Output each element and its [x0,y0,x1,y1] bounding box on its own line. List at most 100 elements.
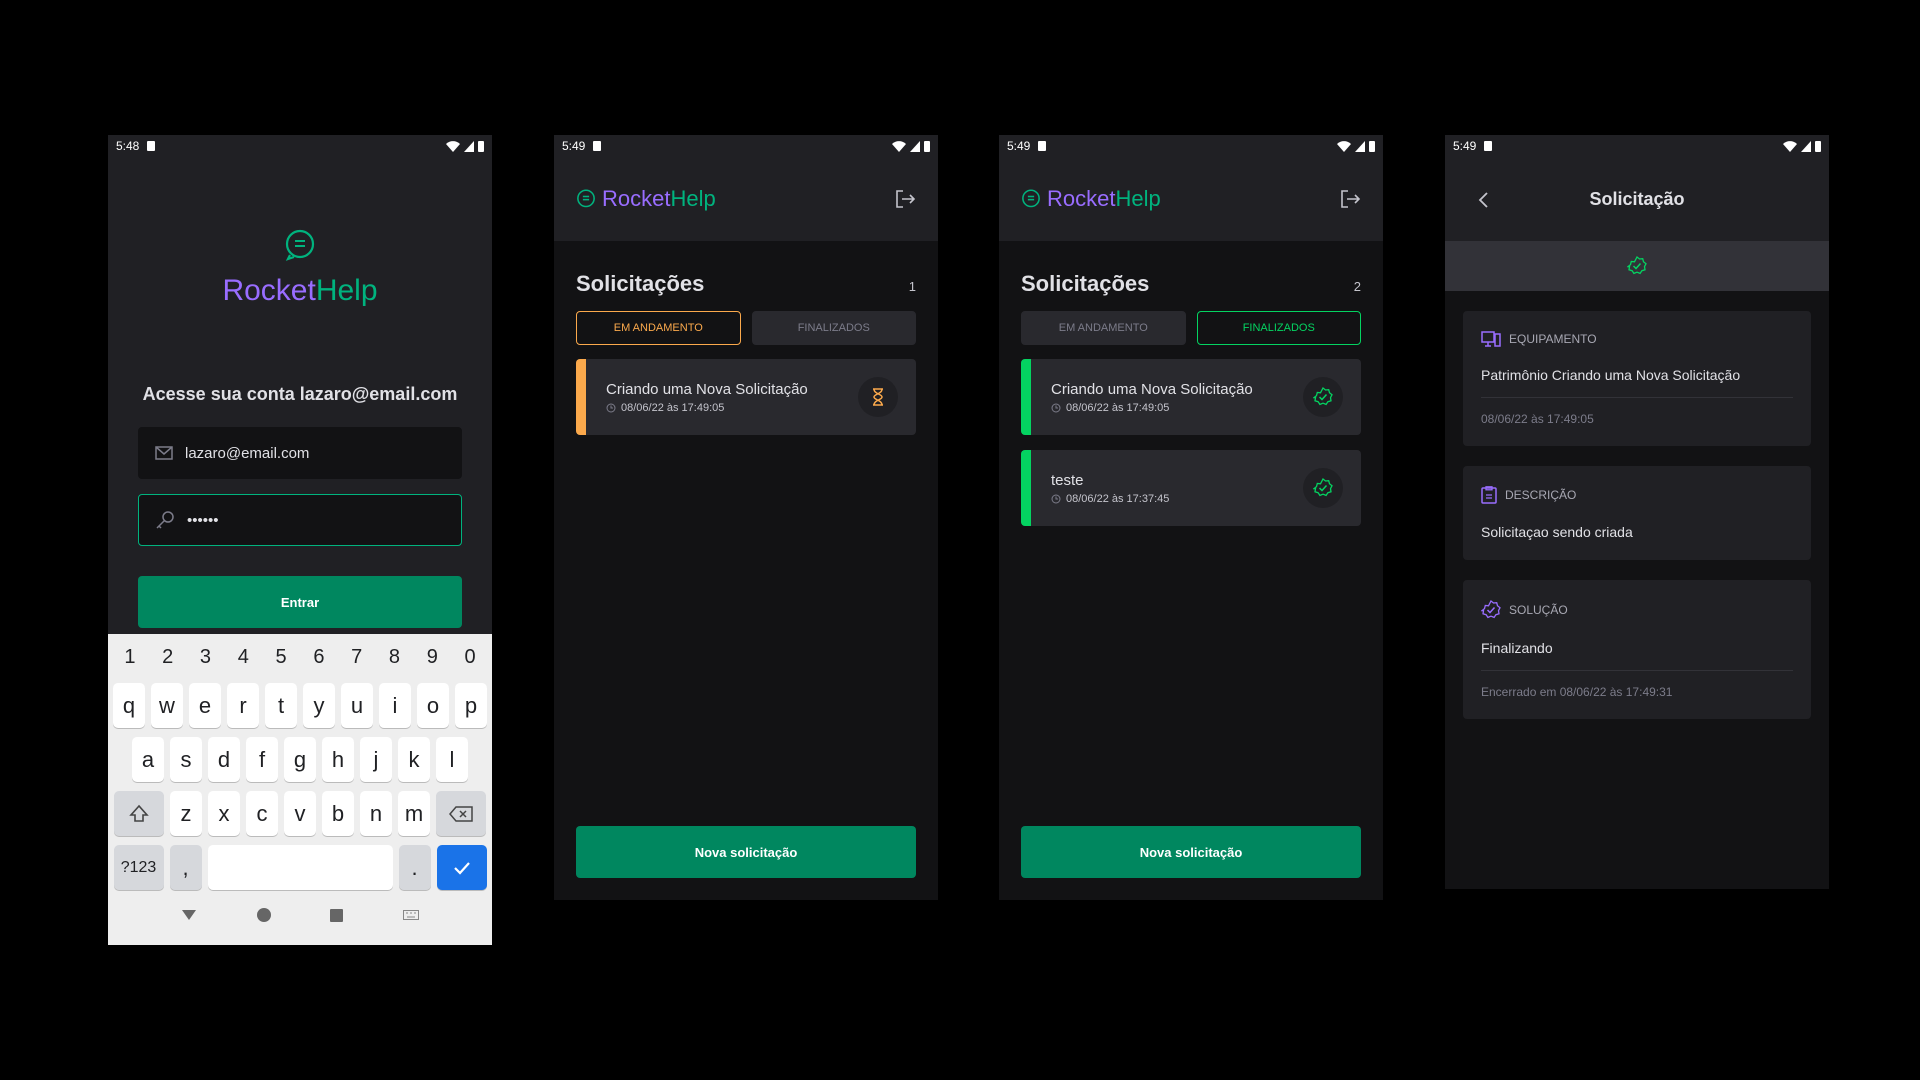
new-order-button[interactable]: Nova solicitação [576,826,916,878]
order-date-text: 08/06/22 às 17:37:45 [1066,492,1170,505]
recents-button[interactable] [330,908,344,922]
key[interactable]: 6 [313,646,324,669]
key[interactable]: 8 [389,646,400,669]
key[interactable]: x [208,791,240,836]
hide-keyboard-icon[interactable] [181,909,197,921]
wifi-icon [892,140,906,152]
status-icons [892,140,930,152]
symbols-key[interactable]: ?123 [113,845,164,890]
key[interactable]: r [227,683,259,728]
filter-closed[interactable]: FINALIZADOS [751,311,916,345]
brand-help: Help [1115,186,1161,211]
new-order-button[interactable]: Nova solicitação [1021,826,1361,878]
order-card[interactable]: teste 08/06/22 às 17:37:45 [1021,450,1361,526]
key[interactable]: 0 [465,646,476,669]
shift-key[interactable] [114,791,164,836]
key[interactable]: g [284,737,316,782]
key[interactable]: z [170,791,202,836]
filter-open[interactable]: EM ANDAMENTO [1021,311,1186,345]
soft-keyboard: 1 2 3 4 5 6 7 8 9 0 q w e r t y u i o p … [108,634,492,945]
filter-closed[interactable]: FINALIZADOS [1196,311,1361,345]
key[interactable]: v [284,791,316,836]
key[interactable]: d [208,737,240,782]
equipment-date: 08/06/22 às 17:49:05 [1481,412,1594,426]
key[interactable]: 1 [124,646,135,669]
description-card: DESCRIÇÃO Solicitaçao sendo criada [1463,466,1811,560]
circle-check-icon [1627,256,1647,275]
comma-key[interactable]: , [169,845,202,890]
orders-count: 1 [908,279,916,294]
order-card[interactable]: Criando uma Nova Solicitação 08/06/22 às… [576,359,916,435]
caret-left-icon[interactable] [1477,191,1489,209]
key[interactable]: a [132,737,164,782]
key[interactable]: u [341,683,373,728]
key[interactable]: p [455,683,487,728]
enter-key[interactable] [436,845,487,890]
space-key[interactable] [207,845,393,890]
key[interactable]: 3 [200,646,211,669]
card-header: EQUIPAMENTO [1481,331,1793,347]
key[interactable]: q [113,683,145,728]
key[interactable]: 4 [238,646,249,669]
filter-open[interactable]: EM ANDAMENTO [576,311,741,345]
brand-help: Help [315,274,378,307]
key[interactable]: m [398,791,430,836]
key[interactable]: y [303,683,335,728]
status-bar-indicator [576,359,586,435]
key[interactable]: b [322,791,354,836]
key[interactable]: t [265,683,297,728]
envelope-icon [155,446,173,460]
key[interactable]: o [417,683,449,728]
sign-out-icon[interactable] [894,188,916,210]
status-icons [1783,140,1821,152]
home-button[interactable] [256,908,271,922]
key[interactable]: 7 [351,646,362,669]
key[interactable]: 9 [427,646,438,669]
email-field[interactable]: lazaro@email.com [138,427,462,479]
key[interactable]: l [436,737,468,782]
password-value: •••••• [187,511,219,529]
key[interactable]: s [170,737,202,782]
circle-check-icon [1313,478,1333,497]
order-card[interactable]: Criando uma Nova Solicitação 08/06/22 às… [1021,359,1361,435]
key[interactable]: k [398,737,430,782]
description-text: Solicitaçao sendo criada [1481,524,1633,540]
keyboard-icon[interactable] [403,910,420,920]
key[interactable]: f [246,737,278,782]
status-bar: 5:49 [1445,135,1829,157]
key[interactable]: h [322,737,354,782]
brand-name: RocketHelp [108,274,492,308]
period-key[interactable]: . [398,845,431,890]
key[interactable]: j [360,737,392,782]
key[interactable]: n [360,791,392,836]
key[interactable]: w [151,683,183,728]
brand-rocket: Rocket [222,274,316,307]
number-row: 1 2 3 4 5 6 7 8 9 0 [111,640,489,674]
key-row-3: z x c v b n m [111,791,489,836]
status-strip [1445,241,1829,291]
clock-icon [606,403,616,412]
key[interactable]: 2 [162,646,173,669]
signal-icon [1355,140,1365,152]
key[interactable]: e [189,683,221,728]
order-detail-screen: 5:49 Solicitação EQUIPAMENTO Patrimônio … [1445,135,1829,900]
login-button[interactable]: Entrar [138,576,462,628]
order-date-text: 08/06/22 às 17:49:05 [621,401,725,414]
page-title: Solicitações [1021,271,1150,296]
filter-tabs: EM ANDAMENTO FINALIZADOS [576,311,916,345]
sign-out-icon[interactable] [1339,188,1361,210]
password-field[interactable]: •••••• [138,494,462,546]
checkmark-icon [453,861,470,875]
order-title: Criando uma Nova Solicitação [1051,380,1253,398]
backspace-key[interactable] [436,791,486,836]
logo: RocketHelp [108,229,492,308]
app-header: RocketHelp [999,157,1383,241]
list-header: Solicitações 1 [576,241,916,297]
card-label: DESCRIÇÃO [1505,488,1577,502]
key-row-1: q w e r t y u i o p [111,683,489,728]
key[interactable]: i [379,683,411,728]
key[interactable]: c [246,791,278,836]
key[interactable]: 5 [276,646,287,669]
clock: 5:49 [1007,139,1031,153]
filter-tabs: EM ANDAMENTO FINALIZADOS [1021,311,1361,345]
